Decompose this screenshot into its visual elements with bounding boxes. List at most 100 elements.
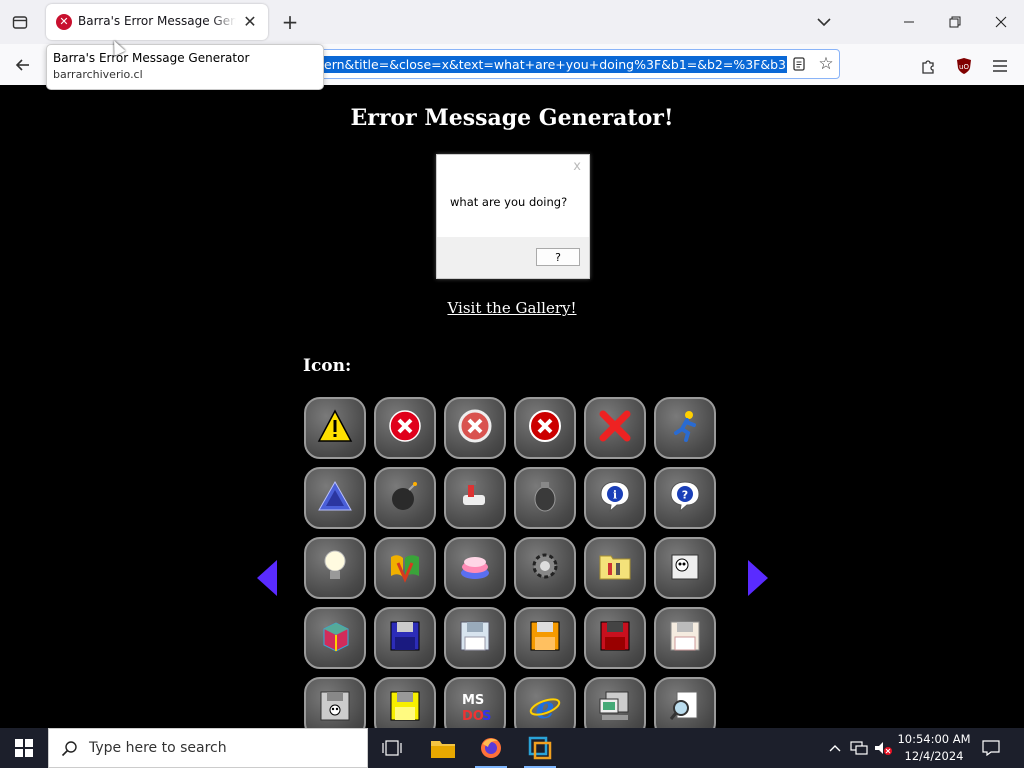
url-text-selected[interactable]: ern&title=&close=x&text=what+are+you+doi… (323, 56, 787, 73)
ublock-shield-icon[interactable]: uO (954, 56, 974, 76)
file-explorer-button[interactable] (419, 728, 467, 768)
icon-option-button[interactable] (304, 467, 366, 529)
icon-option-button[interactable] (374, 467, 436, 529)
pyramid-icon (317, 480, 353, 516)
extensions-puzzle-icon[interactable] (918, 56, 938, 76)
app-icon (528, 736, 552, 760)
tab-close-icon[interactable]: ✕ (240, 12, 260, 32)
icon-option-button[interactable] (514, 467, 576, 529)
icon-option-button[interactable]: i (584, 467, 646, 529)
url-bar[interactable]: ern&title=&close=x&text=what+are+you+doi… (300, 49, 840, 79)
dialog-message: what are you doing? (450, 195, 568, 209)
gear-mechanism-icon (528, 549, 562, 587)
icon-option-button[interactable] (304, 677, 366, 728)
icon-option-button[interactable] (514, 607, 576, 669)
back-button[interactable] (10, 52, 36, 78)
icon-option-button[interactable] (444, 397, 506, 459)
tab-list-button[interactable] (8, 10, 32, 34)
icon-option-button[interactable] (304, 397, 366, 459)
icon-option-button[interactable] (654, 537, 716, 599)
start-button[interactable] (0, 728, 48, 768)
floppy-skull-icon (319, 690, 351, 726)
icon-option-button[interactable] (304, 537, 366, 599)
svg-text:uO: uO (959, 63, 969, 71)
aim-runner-icon (668, 409, 702, 447)
notification-center-icon[interactable] (982, 739, 1000, 757)
icon-option-button[interactable] (514, 537, 576, 599)
svg-text:e: e (535, 691, 554, 723)
icon-option-button[interactable] (584, 677, 646, 728)
tab-tooltip: Barra's Error Message Generator barrarch… (46, 44, 324, 90)
icon-option-button[interactable] (654, 607, 716, 669)
minimize-icon (904, 21, 914, 23)
new-tab-button[interactable]: + (278, 10, 302, 34)
error-favicon-icon: ✕ (56, 14, 72, 30)
icon-option-button[interactable] (304, 607, 366, 669)
tooltip-domain: barrarchiverio.cl (53, 68, 143, 81)
icon-option-button[interactable] (374, 537, 436, 599)
icon-option-button[interactable] (584, 537, 646, 599)
icon-option-button[interactable] (654, 397, 716, 459)
gallery-link[interactable]: Visit the Gallery! (0, 299, 1024, 317)
system-clock[interactable]: 10:54:00 AM 12/4/2024 (896, 731, 972, 765)
page-title: Error Message Generator! (350, 105, 674, 131)
bookmark-star-icon[interactable]: ☆ (817, 55, 835, 73)
tab-menu-chevron-icon[interactable] (814, 12, 838, 32)
next-arrow-icon[interactable] (748, 560, 768, 596)
taskbar-search-box[interactable]: Type here to search (48, 728, 368, 768)
error-dark-x-icon (528, 409, 562, 447)
error-dialog-preview: x what are you doing? ? (436, 154, 590, 279)
icon-option-button[interactable] (584, 607, 646, 669)
taskbar: Type here to search 10:54:00 AM 12/4/202… (0, 728, 1024, 768)
bomb-icon (388, 479, 422, 517)
icon-option-button[interactable] (514, 397, 576, 459)
floppy-red-icon (599, 620, 631, 656)
tray-overflow-chevron-icon[interactable] (826, 739, 844, 757)
network-icon[interactable] (850, 739, 868, 757)
icon-option-button[interactable] (374, 677, 436, 728)
floppy-blue-icon (389, 620, 421, 656)
icon-option-button[interactable]: e (514, 677, 576, 728)
reader-view-icon[interactable] (791, 56, 807, 72)
tab-active[interactable]: ✕ Barra's Error Message Generator ✕ (46, 4, 268, 40)
icon-option-button[interactable] (374, 397, 436, 459)
windows-me-logo-icon (388, 549, 422, 587)
magnifier-document-icon (669, 690, 701, 726)
lightbulb-icon (321, 549, 349, 587)
icon-option-button[interactable] (444, 607, 506, 669)
volume-muted-icon[interactable] (874, 739, 892, 757)
back-arrow-icon (15, 59, 29, 71)
icon-option-button[interactable] (654, 677, 716, 728)
icon-option-button[interactable] (374, 607, 436, 669)
icon-option-button[interactable]: MS DO S (444, 677, 506, 728)
previous-arrow-icon[interactable] (257, 560, 277, 596)
folder-tools-icon (598, 551, 632, 585)
tab-title: Barra's Error Message Generator (78, 14, 236, 28)
tab-list-icon (12, 16, 28, 29)
virtualbox-button[interactable] (516, 728, 564, 768)
minimize-button[interactable] (886, 8, 932, 36)
icon-option-button[interactable] (584, 397, 646, 459)
svg-text:DO: DO (462, 709, 484, 723)
big-red-x-icon (598, 409, 632, 447)
cake-icon (458, 549, 492, 587)
close-window-button[interactable] (978, 8, 1024, 36)
task-view-button[interactable] (368, 728, 416, 768)
icon-option-button[interactable] (444, 537, 506, 599)
firefox-icon (481, 738, 501, 758)
tooltip-title: Barra's Error Message Generator (53, 51, 250, 65)
menu-hamburger-icon[interactable] (990, 56, 1010, 76)
restore-button[interactable] (932, 8, 978, 36)
search-icon (61, 741, 77, 757)
icon-option-button[interactable]: ? (654, 467, 716, 529)
firefox-button[interactable] (467, 728, 515, 768)
hand-tools-icon (458, 479, 492, 517)
floppy-beige-icon (669, 620, 701, 656)
warning-triangle-icon (317, 409, 353, 447)
icon-option-button[interactable] (444, 467, 506, 529)
svg-text:MS: MS (462, 693, 484, 708)
msdos-icon: MS DO S (458, 689, 492, 727)
page-content: Error Message Generator! x what are you … (0, 85, 1024, 728)
task-view-icon (382, 740, 402, 756)
dialog-button[interactable]: ? (536, 248, 580, 266)
